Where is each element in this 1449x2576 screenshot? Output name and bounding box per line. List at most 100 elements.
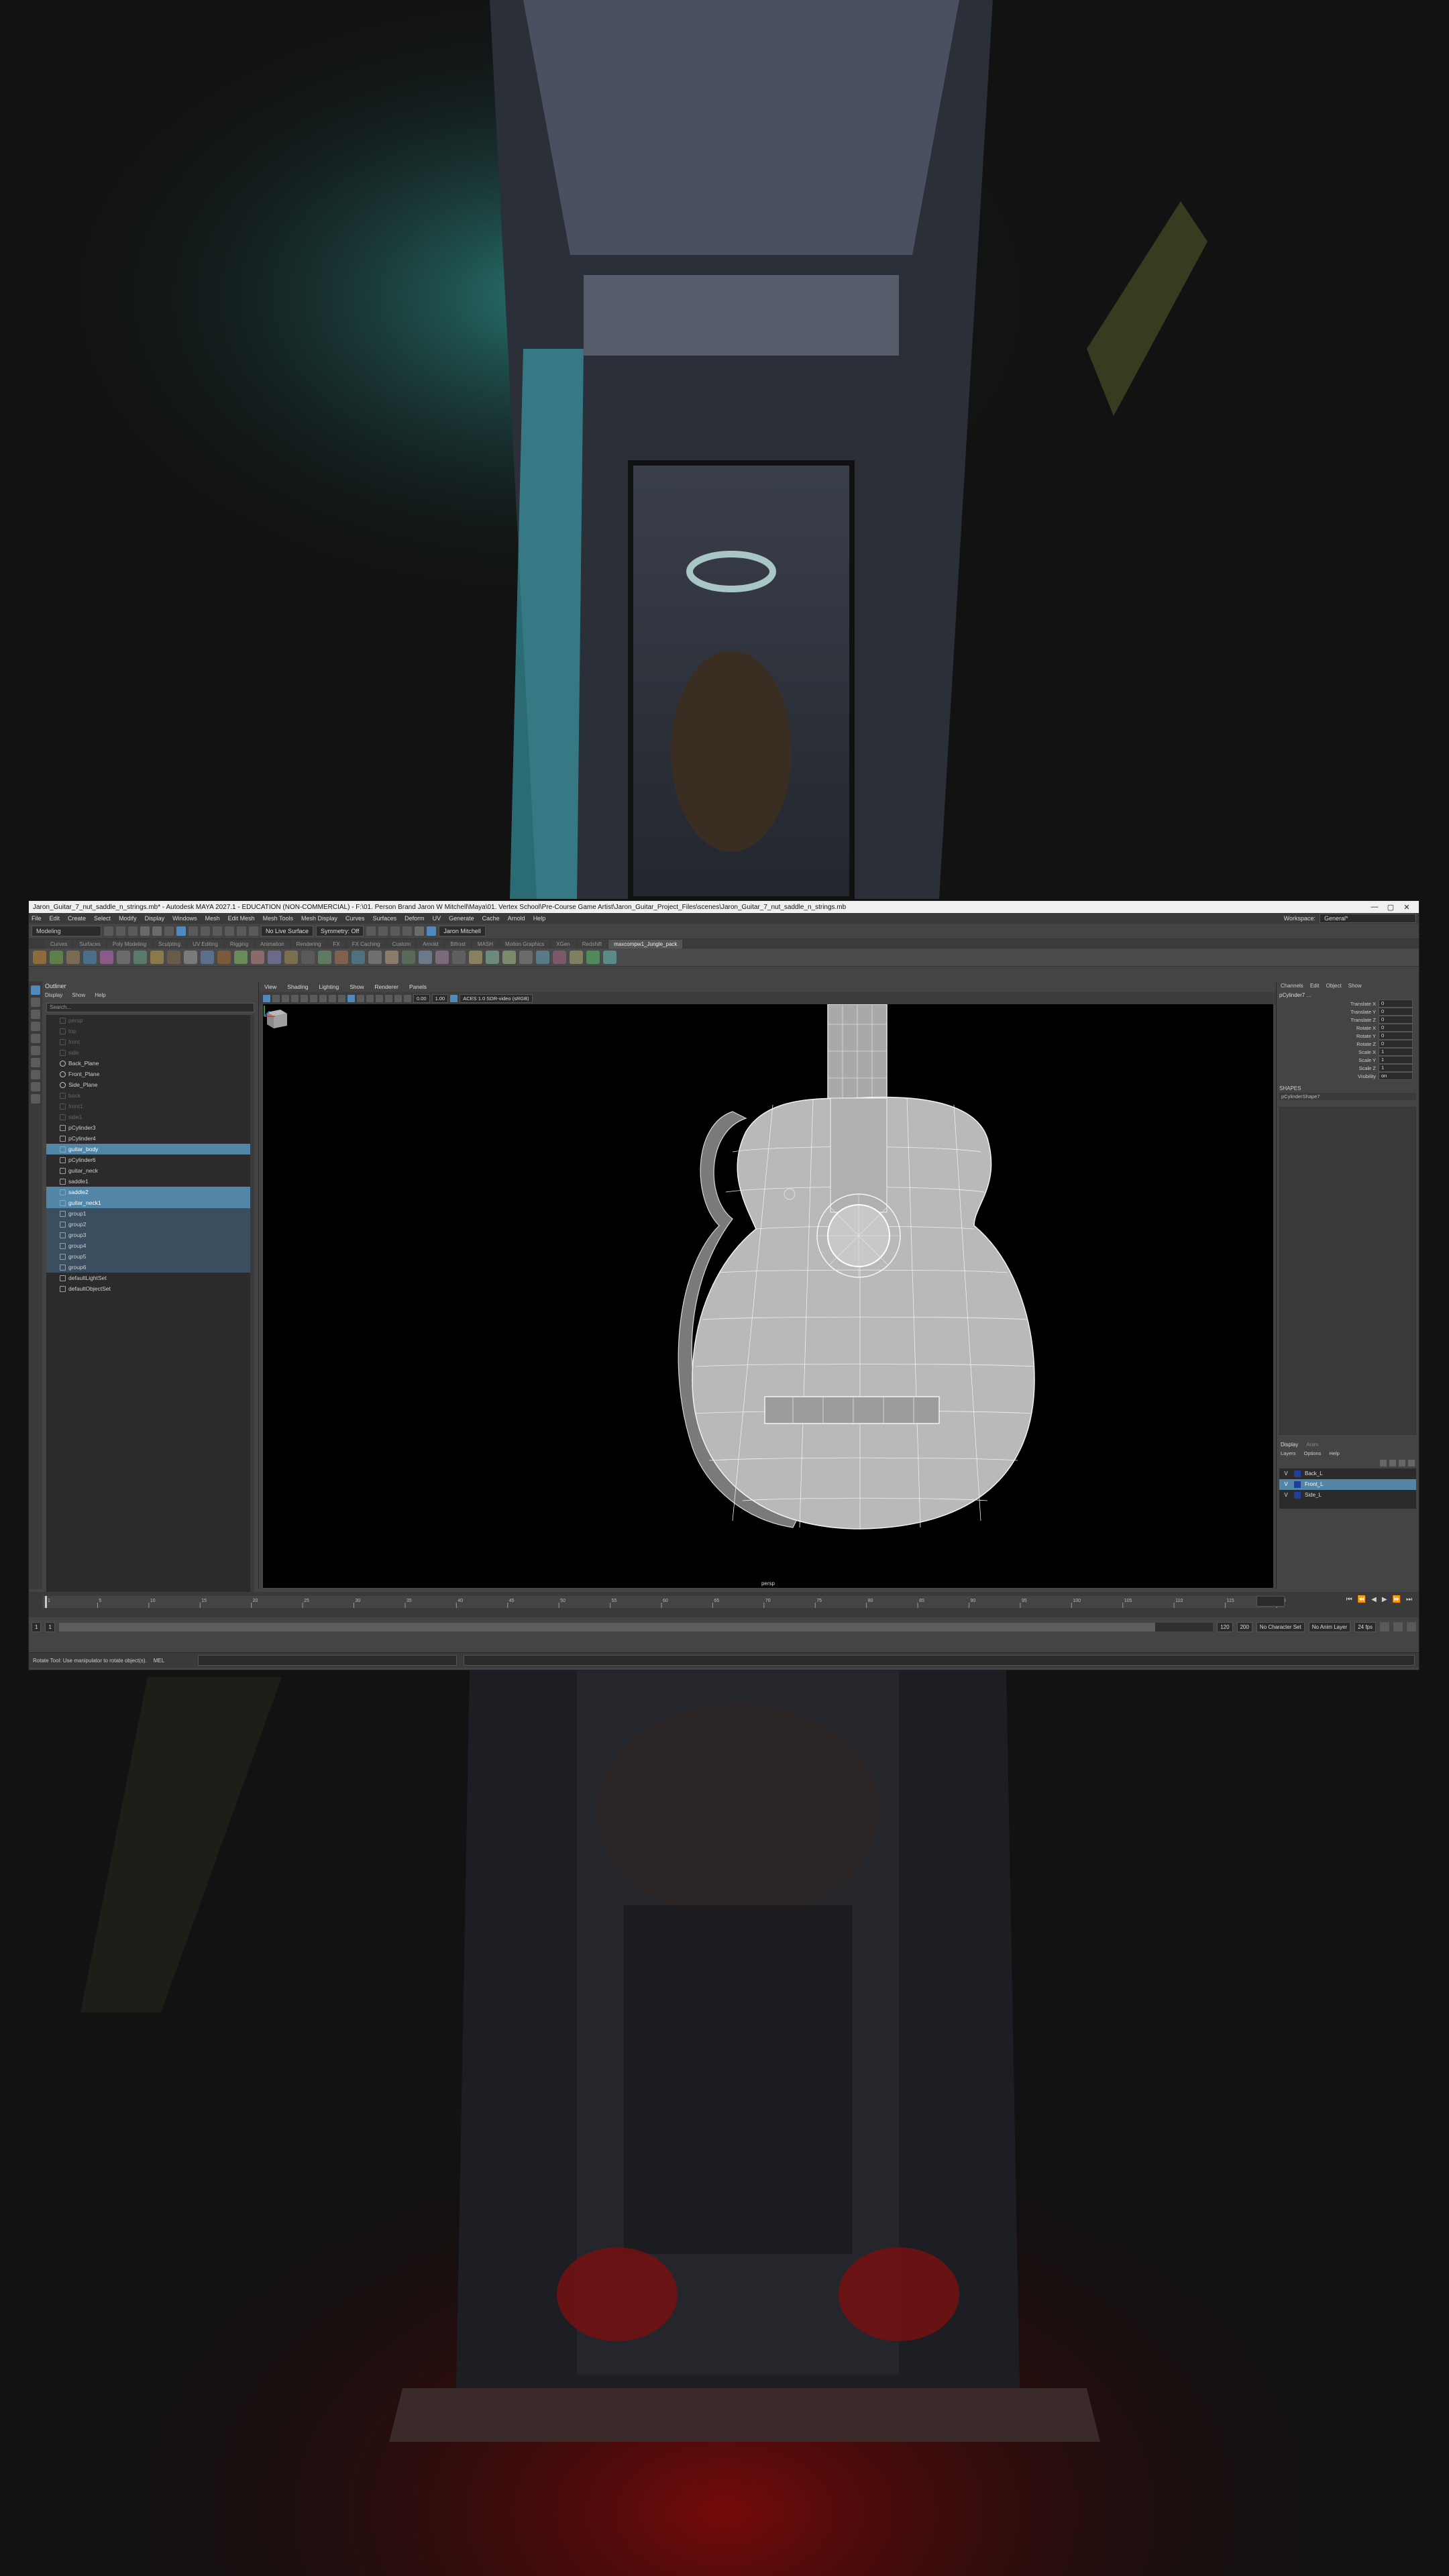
menu-curves[interactable]: Curves [345, 915, 365, 922]
layer-visibility-toggle[interactable]: V [1282, 1479, 1290, 1490]
outliner-item[interactable]: pCylinder3 [46, 1122, 254, 1133]
gamma-field[interactable]: 1.00 [431, 994, 449, 1003]
exposure-field[interactable]: 0.00 [413, 994, 430, 1003]
step-back-icon[interactable]: ⏪ [1358, 1596, 1366, 1603]
color-management-icon[interactable] [450, 994, 458, 1002]
layer-visibility-toggle[interactable]: V [1282, 1468, 1290, 1479]
shelf-tab-mash[interactable]: MASH [472, 940, 499, 949]
shelf-tab-sculpting[interactable]: Sculpting [153, 940, 186, 949]
lights-icon[interactable] [376, 994, 383, 1002]
outliner-menu-display[interactable]: Display [45, 991, 62, 1000]
snap-view-icon[interactable] [237, 926, 246, 936]
channel-box-tab-show[interactable]: Show [1348, 981, 1362, 991]
auto-key-icon[interactable] [1393, 1622, 1403, 1631]
current-frame-field[interactable] [1256, 1596, 1285, 1607]
menu-uv[interactable]: UV [433, 915, 441, 922]
channel-label[interactable]: Rotate Y [1277, 1033, 1379, 1039]
user-account-dropdown[interactable]: Jaron Mitchell [439, 926, 486, 936]
shelf-item-icon[interactable] [184, 951, 197, 964]
shelf-tab-arnold[interactable]: Arnold [417, 940, 444, 949]
scale-tool-icon[interactable] [31, 1046, 40, 1055]
channel-label[interactable]: Translate Y [1277, 1009, 1379, 1015]
outliner-item[interactable]: guitar_neck [46, 1165, 254, 1176]
shelf-item-icon[interactable] [536, 951, 549, 964]
undo-icon[interactable] [140, 926, 150, 936]
shelf-tab-animation[interactable]: Animation [255, 940, 290, 949]
menu-display[interactable]: Display [145, 915, 165, 922]
snap-grid-icon[interactable] [201, 926, 210, 936]
snap-point-icon[interactable] [225, 926, 234, 936]
channel-label[interactable]: Rotate X [1277, 1025, 1379, 1031]
smooth-shade-icon[interactable] [357, 994, 364, 1002]
layer-menu-layers[interactable]: Layers [1281, 1450, 1296, 1458]
outliner-menu-show[interactable]: Show [72, 991, 85, 1000]
shelf-tab-poly-modeling[interactable]: Poly Modeling [107, 940, 152, 949]
playback-start-field[interactable]: 1 [45, 1621, 55, 1632]
loop-icon[interactable] [1380, 1622, 1389, 1631]
outliner-menu-help[interactable]: Help [95, 991, 105, 1000]
move-layer-down-icon[interactable] [1389, 1460, 1396, 1466]
go-to-start-icon[interactable]: ⏮ [1346, 1596, 1352, 1603]
textured-icon[interactable] [366, 994, 374, 1002]
outliner-item[interactable]: group6 [46, 1262, 254, 1273]
move-tool-icon[interactable] [31, 1022, 40, 1031]
animation-start-field[interactable]: 1 [32, 1621, 42, 1632]
channel-label[interactable]: Scale Z [1277, 1065, 1379, 1071]
shelf-item-icon[interactable] [251, 951, 264, 964]
channel-value-field[interactable]: 1 [1379, 1048, 1413, 1056]
shelf-tab-motion-graphics[interactable]: Motion Graphics [500, 940, 550, 949]
shelf-item-icon[interactable] [50, 951, 63, 964]
render-settings-icon[interactable] [390, 926, 400, 936]
menu-mesh-display[interactable]: Mesh Display [301, 915, 337, 922]
shelf-item-icon[interactable] [385, 951, 398, 964]
outliner-item[interactable]: group5 [46, 1251, 254, 1262]
range-bar[interactable] [58, 1622, 1214, 1631]
channel-value-field[interactable]: on [1379, 1072, 1413, 1080]
resolution-gate-icon[interactable] [319, 994, 327, 1002]
shelf-item-icon[interactable] [469, 951, 482, 964]
viewport-menu-show[interactable]: Show [350, 981, 364, 992]
outliner-item[interactable]: group3 [46, 1230, 254, 1240]
channel-value-field[interactable]: 0 [1379, 1032, 1413, 1040]
outliner-scrollbar[interactable] [250, 1015, 254, 1592]
open-scene-icon[interactable] [116, 926, 125, 936]
viewport-menu-view[interactable]: View [264, 981, 276, 992]
outliner-item[interactable]: guitar_neck1 [46, 1197, 254, 1208]
outliner-item[interactable]: pCylinder6 [46, 1155, 254, 1165]
outliner-search-input[interactable]: Search... [46, 1003, 254, 1012]
menu-deform[interactable]: Deform [405, 915, 425, 922]
select-component-icon[interactable] [189, 926, 198, 936]
display-layer-row[interactable]: V Side_L [1279, 1490, 1416, 1501]
view-transform-dropdown[interactable]: ACES 1.0 SDR-video (sRGB) [460, 994, 533, 1003]
outliner-item[interactable]: front1 [46, 1101, 254, 1112]
move-layer-up-icon[interactable] [1380, 1460, 1387, 1466]
wireframe-icon[interactable] [347, 994, 355, 1002]
outliner-item[interactable]: saddle2 [46, 1187, 254, 1197]
shelf-item-icon[interactable] [352, 951, 365, 964]
image-plane-icon[interactable] [291, 994, 299, 1002]
select-object-icon[interactable] [176, 926, 186, 936]
shelf-tab-fx-caching[interactable]: FX Caching [346, 940, 386, 949]
shelf-item-icon[interactable] [201, 951, 214, 964]
film-gate-icon[interactable] [310, 994, 317, 1002]
layer-tab-display[interactable]: Display [1281, 1440, 1298, 1450]
bookmark-icon[interactable] [282, 994, 289, 1002]
shelf-item-icon[interactable] [234, 951, 248, 964]
layer-color-swatch[interactable] [1294, 1481, 1301, 1488]
camera-attributes-icon[interactable] [272, 994, 280, 1002]
shelf-item-icon[interactable] [268, 951, 281, 964]
outliner-item[interactable]: top [46, 1026, 254, 1036]
layer-color-swatch[interactable] [1294, 1470, 1301, 1477]
viewport-menu-lighting[interactable]: Lighting [319, 981, 339, 992]
shelf-item-icon[interactable] [435, 951, 449, 964]
display-layer-row[interactable]: V Front_L [1279, 1479, 1416, 1490]
outliner-item[interactable]: front [46, 1036, 254, 1047]
new-layer-selected-icon[interactable] [1408, 1460, 1415, 1466]
shelf-tab-redshift[interactable]: Redshift [576, 940, 608, 949]
channel-label[interactable]: Translate Z [1277, 1017, 1379, 1023]
save-scene-icon[interactable] [128, 926, 138, 936]
shelf-tab-uv-editing[interactable]: UV Editing [187, 940, 223, 949]
play-back-icon[interactable]: ◀ [1371, 1596, 1377, 1603]
outliner-item[interactable]: side [46, 1047, 254, 1058]
shelf-item-icon[interactable] [318, 951, 331, 964]
